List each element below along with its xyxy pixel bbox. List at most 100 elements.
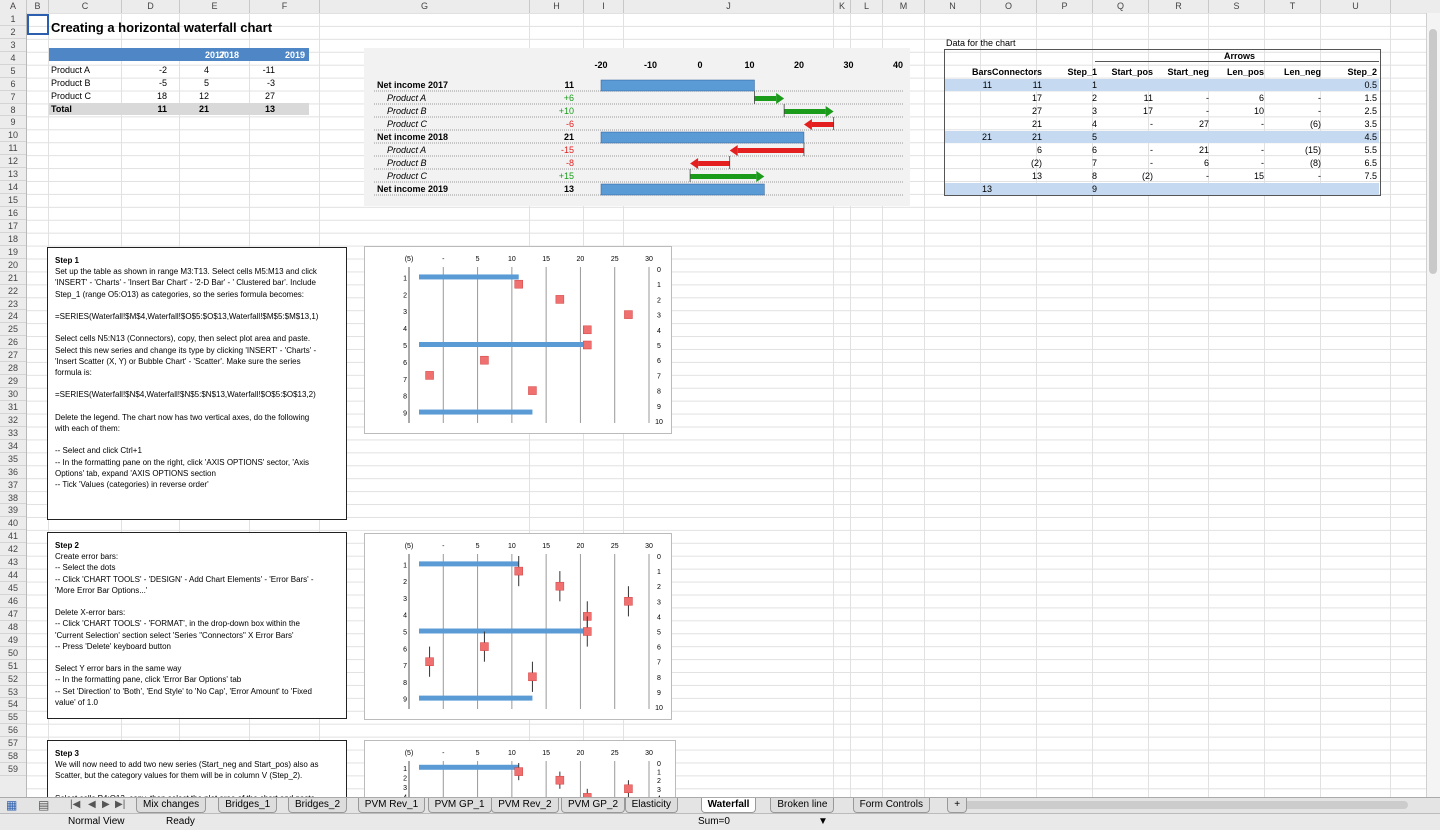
- row-40[interactable]: 40: [0, 517, 26, 531]
- row-21[interactable]: 21: [0, 272, 26, 285]
- row-23[interactable]: 23: [0, 298, 26, 311]
- tab-elasticity[interactable]: Elasticity: [624, 798, 679, 813]
- column-r[interactable]: R: [1149, 0, 1209, 13]
- row-58[interactable]: 58: [0, 750, 26, 764]
- tab-form-controls[interactable]: Form Controls: [852, 798, 930, 813]
- column-l[interactable]: L: [851, 0, 883, 13]
- row-37[interactable]: 37: [0, 479, 26, 492]
- row-22[interactable]: 22: [0, 285, 26, 298]
- row-45[interactable]: 45: [0, 582, 26, 595]
- column-m[interactable]: M: [883, 0, 925, 13]
- column-h[interactable]: H: [530, 0, 584, 13]
- column-s[interactable]: S: [1209, 0, 1265, 13]
- row-1[interactable]: 1: [0, 13, 26, 26]
- row-35[interactable]: 35: [0, 453, 26, 466]
- column-o[interactable]: O: [981, 0, 1037, 13]
- tab-nav-first-icon[interactable]: |◀: [70, 799, 80, 811]
- row-36[interactable]: 36: [0, 466, 26, 479]
- column-f[interactable]: F: [250, 0, 320, 13]
- row-33[interactable]: 33: [0, 427, 26, 440]
- row-26[interactable]: 26: [0, 336, 26, 350]
- column-g[interactable]: G: [320, 0, 530, 13]
- column-k[interactable]: K: [834, 0, 851, 13]
- row-8[interactable]: 8: [0, 104, 26, 117]
- row-9[interactable]: 9: [0, 116, 26, 130]
- row-42[interactable]: 42: [0, 543, 26, 557]
- row-52[interactable]: 52: [0, 673, 26, 686]
- column-c[interactable]: C: [49, 0, 122, 13]
- row-31[interactable]: 31: [0, 401, 26, 414]
- row-19[interactable]: 19: [0, 246, 26, 259]
- column-b[interactable]: B: [27, 0, 49, 13]
- tab-waterfall[interactable]: Waterfall: [700, 798, 757, 813]
- row-11[interactable]: 11: [0, 142, 26, 156]
- column-i[interactable]: I: [584, 0, 624, 13]
- column-t[interactable]: T: [1265, 0, 1321, 13]
- row-55[interactable]: 55: [0, 711, 26, 725]
- row-46[interactable]: 46: [0, 595, 26, 608]
- selected-cell-a1[interactable]: [27, 14, 49, 35]
- row-51[interactable]: 51: [0, 660, 26, 673]
- row-27[interactable]: 27: [0, 349, 26, 363]
- row-3[interactable]: 3: [0, 39, 26, 52]
- row-38[interactable]: 38: [0, 492, 26, 505]
- mini-chart-2[interactable]: (5) - 5 10 15 20 25 30 0 1 2 3 4 5 6 7 8 9 10 1 2 3 4 5 6 7 8 9: [364, 533, 672, 720]
- row-14[interactable]: 14: [0, 181, 26, 195]
- tab-bridges-1[interactable]: Bridges_1: [218, 798, 278, 813]
- horizontal-scrollbar[interactable]: [958, 801, 1408, 809]
- row-28[interactable]: 28: [0, 362, 26, 376]
- scrollbar-thumb[interactable]: [1429, 29, 1437, 274]
- column-p[interactable]: P: [1037, 0, 1093, 13]
- mini-chart-3[interactable]: (5)-51015202530012345678910123456789: [364, 740, 676, 798]
- row-32[interactable]: 32: [0, 414, 26, 427]
- tab-mix-changes[interactable]: Mix changes: [136, 798, 207, 813]
- normal-view-icon[interactable]: ▦: [6, 799, 17, 811]
- row-13[interactable]: 13: [0, 168, 26, 182]
- tab-broken-line[interactable]: Broken line: [770, 798, 835, 813]
- row-20[interactable]: 20: [0, 259, 26, 272]
- column-e[interactable]: E: [180, 0, 250, 13]
- row-54[interactable]: 54: [0, 698, 26, 712]
- tab-bridges-2[interactable]: Bridges_2: [288, 798, 348, 813]
- vertical-scrollbar[interactable]: [1426, 13, 1440, 797]
- column-u[interactable]: U: [1321, 0, 1391, 13]
- tab--[interactable]: +: [947, 798, 968, 813]
- row-59[interactable]: 59: [0, 763, 26, 777]
- row-48[interactable]: 48: [0, 621, 26, 634]
- column-n[interactable]: N: [925, 0, 981, 13]
- row-2[interactable]: 2: [0, 26, 26, 39]
- status-dropdown-icon[interactable]: ▼: [818, 814, 828, 830]
- row-6[interactable]: 6: [0, 78, 26, 91]
- row-53[interactable]: 53: [0, 686, 26, 699]
- tab-nav-prev-icon[interactable]: ◀: [88, 799, 96, 811]
- row-49[interactable]: 49: [0, 634, 26, 647]
- row-44[interactable]: 44: [0, 569, 26, 583]
- tab-pvm-gp-2[interactable]: PVM GP_2: [561, 798, 626, 813]
- row-39[interactable]: 39: [0, 504, 26, 518]
- row-7[interactable]: 7: [0, 91, 26, 104]
- row-5[interactable]: 5: [0, 65, 26, 78]
- row-18[interactable]: 18: [0, 233, 26, 246]
- mini-chart-1[interactable]: (5) - 5 10 15 20 25 30 0 1 2 3 4 5 6 7 8 9 10 1 2 3 4 5 6 7 8 9: [364, 246, 672, 434]
- row-56[interactable]: 56: [0, 724, 26, 738]
- row-41[interactable]: 41: [0, 530, 26, 544]
- row-4[interactable]: 4: [0, 52, 26, 65]
- tab-pvm-rev-2[interactable]: PVM Rev_2: [491, 798, 559, 813]
- row-29[interactable]: 29: [0, 375, 26, 389]
- row-25[interactable]: 25: [0, 323, 26, 337]
- page-layout-icon[interactable]: ▤: [38, 799, 49, 811]
- row-15[interactable]: 15: [0, 194, 26, 207]
- tab-nav-last-icon[interactable]: ▶|: [115, 799, 125, 811]
- tab-pvm-gp-1[interactable]: PVM GP_1: [427, 798, 492, 813]
- tab-nav-next-icon[interactable]: ▶: [102, 799, 110, 811]
- row-47[interactable]: 47: [0, 608, 26, 621]
- row-30[interactable]: 30: [0, 388, 26, 401]
- row-10[interactable]: 10: [0, 129, 26, 143]
- row-50[interactable]: 50: [0, 647, 26, 660]
- row-16[interactable]: 16: [0, 207, 26, 220]
- status-sum[interactable]: Sum=0: [698, 814, 730, 830]
- column-d[interactable]: D: [122, 0, 180, 13]
- row-17[interactable]: 17: [0, 220, 26, 233]
- row-34[interactable]: 34: [0, 440, 26, 453]
- column-q[interactable]: Q: [1093, 0, 1149, 13]
